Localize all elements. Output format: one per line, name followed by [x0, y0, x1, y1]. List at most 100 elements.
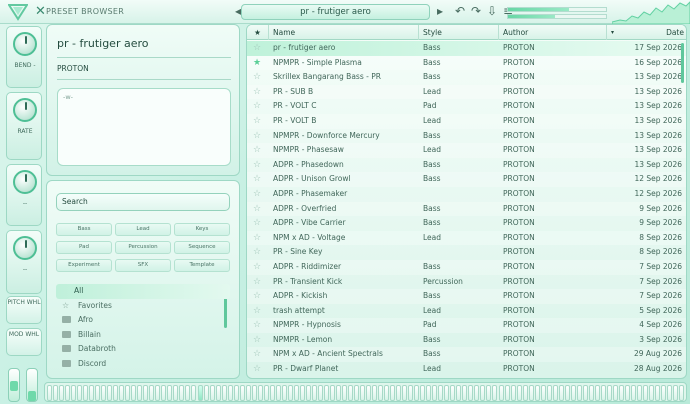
folder-item[interactable]: Discord — [56, 357, 230, 372]
piano-key[interactable] — [438, 385, 444, 401]
piano-key[interactable] — [588, 385, 594, 401]
style-tag[interactable]: Template — [174, 259, 230, 272]
favorite-star-icon[interactable]: ☆ — [253, 260, 265, 275]
piano-key[interactable] — [402, 385, 408, 401]
piano-key[interactable] — [227, 385, 233, 401]
piano-key[interactable] — [372, 385, 378, 401]
info-author[interactable]: PROTON — [57, 64, 89, 73]
piano-key[interactable] — [444, 385, 450, 401]
piano-key[interactable] — [203, 385, 209, 401]
favorite-star-icon[interactable]: ☆ — [253, 70, 265, 85]
piano-key[interactable] — [335, 385, 341, 401]
folder-item[interactable]: Billain — [56, 328, 230, 343]
table-row[interactable]: ☆ Skrillex Bangarang Bass - PR Bass PROTON 1… — [247, 70, 686, 85]
piano-key[interactable] — [576, 385, 582, 401]
piano-key[interactable] — [390, 385, 396, 401]
piano-key[interactable] — [179, 385, 185, 401]
table-row[interactable]: ☆ PR - Dwarf Planet Lead PROTON 28 Aug 2026 — [247, 362, 686, 377]
style-tag[interactable]: Percussion — [115, 241, 171, 254]
style-tag[interactable]: Lead — [115, 223, 171, 236]
piano-key[interactable] — [257, 385, 263, 401]
piano-key[interactable] — [239, 385, 245, 401]
piano-key[interactable] — [191, 385, 197, 401]
piano-key[interactable] — [408, 385, 414, 401]
table-row[interactable]: ☆ PR - VOLT C Pad PROTON 13 Sep 2026 — [247, 99, 686, 114]
knob-dial[interactable] — [13, 170, 37, 194]
piano-key[interactable] — [281, 385, 287, 401]
style-tag[interactable]: SFX — [115, 259, 171, 272]
piano-key[interactable] — [594, 385, 600, 401]
piano-key[interactable] — [341, 385, 347, 401]
piano-key[interactable] — [269, 385, 275, 401]
piano-key[interactable] — [673, 385, 679, 401]
column-name[interactable]: Name — [269, 25, 419, 40]
piano-key[interactable] — [101, 385, 107, 401]
piano-key[interactable] — [209, 385, 215, 401]
favorite-star-icon[interactable]: ☆ — [253, 202, 265, 217]
favorite-star-icon[interactable]: ☆ — [253, 275, 265, 290]
piano-key[interactable] — [414, 385, 420, 401]
table-row[interactable]: ☆ ADPR - Unison Growl Bass PROTON 12 Sep 202… — [247, 172, 686, 187]
table-row[interactable]: ☆ PR - SUB B Lead PROTON 13 Sep 2026 — [247, 84, 686, 100]
style-tag[interactable]: Pad — [56, 241, 112, 254]
favorite-star-icon[interactable]: ☆ — [253, 216, 265, 231]
piano-key[interactable] — [462, 385, 468, 401]
piano-key[interactable] — [197, 385, 203, 401]
redo-icon[interactable]: ↷ — [468, 3, 484, 20]
piano-key[interactable] — [287, 385, 293, 401]
table-scrollbar[interactable] — [681, 43, 684, 83]
pitch-wheel[interactable]: PITCH WHL — [6, 296, 42, 324]
piano-key[interactable] — [293, 385, 299, 401]
piano-key[interactable] — [155, 385, 161, 401]
piano-key[interactable] — [167, 385, 173, 401]
piano-key[interactable] — [558, 385, 564, 401]
style-tag[interactable]: Bass — [56, 223, 112, 236]
column-date[interactable]: ▾ Date — [607, 25, 686, 40]
table-row[interactable]: ☆ NPM x AD - Ancient Spectrals Bass PROTON 2… — [247, 347, 686, 363]
piano-key[interactable] — [89, 385, 95, 401]
piano-key[interactable] — [426, 385, 432, 401]
table-row[interactable]: ☆ NPMPR - Downforce Mercury Bass PROTON 13 S… — [247, 129, 686, 144]
mod-slider[interactable] — [26, 368, 38, 402]
piano-key[interactable] — [263, 385, 269, 401]
piano-key[interactable] — [83, 385, 89, 401]
preset-name-display[interactable]: pr - frutiger aero — [241, 4, 430, 20]
favorite-star-icon[interactable]: ☆ — [253, 231, 265, 246]
piano-key[interactable] — [649, 385, 654, 401]
macro-knob-3[interactable]: -- — [6, 164, 42, 226]
piano-key[interactable] — [251, 385, 257, 401]
folder-item[interactable]: ☆ Favorites — [56, 299, 230, 314]
table-row[interactable]: ★ NPMPR - Simple Plasma Bass PROTON 16 Sep 2… — [247, 55, 686, 71]
piano-key[interactable] — [667, 385, 673, 401]
piano-key[interactable] — [149, 385, 155, 401]
undo-icon[interactable]: ↶ — [452, 3, 468, 20]
preset-prev-icon[interactable]: ◂ — [230, 3, 246, 20]
piano-key[interactable] — [125, 385, 131, 401]
column-style[interactable]: Style — [419, 25, 499, 40]
piano-key[interactable] — [679, 385, 685, 401]
favorite-star-icon[interactable]: ☆ — [253, 318, 265, 333]
table-row[interactable]: ☆ ADPR - Overfried Bass PROTON 9 Sep 2026 — [247, 201, 686, 217]
table-row[interactable]: ☆ PR - Transient Kick Percussion PROTON 7 Se… — [247, 275, 686, 290]
piano-key[interactable] — [474, 385, 480, 401]
piano-key[interactable] — [323, 385, 329, 401]
description-textarea[interactable]: -w- — [57, 88, 231, 166]
piano-key[interactable] — [510, 385, 516, 401]
table-row[interactable]: ☆ NPM x AD - Voltage Lead PROTON 8 Sep 2026 — [247, 230, 686, 246]
piano-key[interactable] — [432, 385, 438, 401]
knob-dial[interactable] — [13, 98, 37, 122]
folder-item[interactable]: Afro — [56, 313, 230, 328]
macro-knob-2[interactable]: RATE — [6, 92, 42, 160]
table-row[interactable]: ☆ ADPR - Riddimizer Bass PROTON 7 Sep 2026 — [247, 259, 686, 275]
favorite-column-star-icon[interactable]: ★ — [247, 25, 269, 40]
piano-key[interactable] — [354, 385, 360, 401]
favorite-star-icon[interactable]: ☆ — [253, 158, 265, 173]
piano-key[interactable] — [612, 385, 618, 401]
favorite-star-icon[interactable]: ☆ — [253, 362, 265, 377]
piano-key[interactable] — [570, 385, 576, 401]
info-preset-name[interactable]: pr - frutiger aero — [57, 37, 149, 50]
piano-key[interactable] — [366, 385, 372, 401]
piano-key[interactable] — [468, 385, 474, 401]
piano-key[interactable] — [378, 385, 384, 401]
piano-key[interactable] — [348, 385, 353, 401]
